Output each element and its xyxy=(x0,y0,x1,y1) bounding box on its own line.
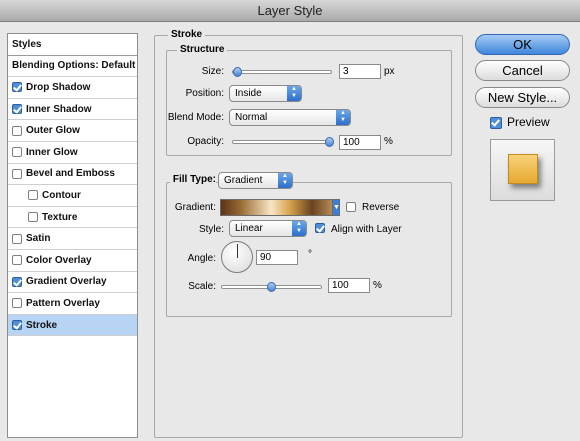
style-item-inner-glow[interactable]: Inner Glow xyxy=(8,142,137,164)
size-slider[interactable] xyxy=(232,70,332,74)
opacity-label: Opacity: xyxy=(187,136,224,147)
opacity-input[interactable]: 100 xyxy=(339,135,381,150)
ok-button[interactable]: OK xyxy=(475,34,570,55)
style-item-gradient-overlay[interactable]: Gradient Overlay xyxy=(8,272,137,294)
preview-checkbox[interactable] xyxy=(490,117,502,129)
position-select-value: Inside xyxy=(235,88,262,99)
reverse-label: Reverse xyxy=(362,202,400,213)
style-preview xyxy=(490,139,555,201)
cancel-button[interactable]: Cancel xyxy=(475,60,570,81)
opacity-slider[interactable] xyxy=(232,140,334,144)
style-item-label: Inner Shadow xyxy=(26,103,92,115)
reverse-checkbox[interactable] xyxy=(346,202,356,212)
angle-label: Angle: xyxy=(187,253,216,264)
style-item-drop-shadow[interactable]: Drop Shadow xyxy=(8,77,137,99)
style-item-texture[interactable]: Texture xyxy=(8,207,137,229)
select-arrows-icon: ▲ ▼ xyxy=(287,86,301,101)
style-item-checkbox[interactable] xyxy=(12,276,22,287)
style-item-label: Gradient Overlay xyxy=(26,276,107,288)
style-item-label: Stroke xyxy=(26,319,58,331)
select-arrows-icon: ▲ ▼ xyxy=(278,173,292,188)
style-item-checkbox[interactable] xyxy=(12,168,22,179)
style-label: Style: xyxy=(198,224,224,235)
style-item-checkbox[interactable] xyxy=(12,147,22,158)
position-label: Position: xyxy=(185,88,224,99)
fill-type-label: Fill Type: xyxy=(170,174,216,185)
style-item-label: Outer Glow xyxy=(26,125,80,137)
styles-list: Styles Blending Options: Default Drop Sha… xyxy=(7,33,138,438)
angle-input[interactable]: 90 xyxy=(256,250,298,265)
size-unit: px xyxy=(384,66,395,77)
style-item-label: Satin xyxy=(26,233,51,245)
position-select[interactable]: Inside ▲ ▼ xyxy=(229,85,302,102)
style-item-checkbox[interactable] xyxy=(28,212,38,223)
stroke-section-title: Stroke xyxy=(168,29,206,40)
blend-mode-select[interactable]: Normal ▲ ▼ xyxy=(229,109,351,126)
size-label: Size: xyxy=(201,66,224,77)
scale-input[interactable]: 100 xyxy=(328,278,370,293)
style-item-inner-shadow[interactable]: Inner Shadow xyxy=(8,99,137,121)
select-arrows-icon: ▲ ▼ xyxy=(292,221,306,236)
angle-dial[interactable] xyxy=(221,241,253,273)
style-item-checkbox[interactable] xyxy=(28,190,38,201)
style-item-bevel-and-emboss[interactable]: Bevel and Emboss xyxy=(8,164,137,186)
style-item-checkbox[interactable] xyxy=(12,298,22,309)
style-item-satin[interactable]: Satin xyxy=(8,228,137,250)
preview-label: Preview xyxy=(507,115,550,129)
window-titlebar: Layer Style xyxy=(0,0,580,22)
style-item-contour[interactable]: Contour xyxy=(8,185,137,207)
style-select-value: Linear xyxy=(235,223,263,234)
style-item-label: Blending Options: Default xyxy=(12,60,136,72)
new-style-button[interactable]: New Style... xyxy=(475,87,570,108)
structure-title: Structure xyxy=(177,44,228,55)
style-item-color-overlay[interactable]: Color Overlay xyxy=(8,250,137,272)
blend-mode-label: Blend Mode: xyxy=(167,112,224,123)
opacity-unit: % xyxy=(384,136,393,147)
fill-type-select[interactable]: Gradient ▲ ▼ xyxy=(218,172,293,189)
opacity-slider-knob[interactable] xyxy=(325,137,334,147)
style-item-checkbox[interactable] xyxy=(12,320,22,331)
size-input[interactable]: 3 xyxy=(339,64,381,79)
style-item-label: Drop Shadow xyxy=(26,81,91,93)
gradient-label: Gradient: xyxy=(174,202,216,213)
styles-list-header[interactable]: Styles xyxy=(8,34,137,56)
style-item-label: Bevel and Emboss xyxy=(26,168,115,180)
style-item-label: Inner Glow xyxy=(26,146,78,158)
angle-unit: ° xyxy=(308,249,312,260)
styles-header-label: Styles xyxy=(12,38,42,50)
layer-style-dialog: Styles Blending Options: Default Drop Sha… xyxy=(0,22,580,441)
style-item-blending-options-default[interactable]: Blending Options: Default xyxy=(8,56,137,78)
style-item-checkbox[interactable] xyxy=(12,82,22,93)
scale-slider-knob[interactable] xyxy=(267,282,276,292)
style-item-outer-glow[interactable]: Outer Glow xyxy=(8,120,137,142)
style-item-label: Pattern Overlay xyxy=(26,297,100,309)
align-with-layer-checkbox[interactable] xyxy=(315,223,325,233)
size-slider-knob[interactable] xyxy=(232,67,242,77)
style-item-label: Texture xyxy=(42,211,78,223)
style-select[interactable]: Linear ▲ ▼ xyxy=(229,220,307,237)
scale-label: Scale: xyxy=(188,281,216,292)
select-arrows-icon: ▲ ▼ xyxy=(336,110,350,125)
align-with-layer-label: Align with Layer xyxy=(331,224,402,235)
style-item-pattern-overlay[interactable]: Pattern Overlay xyxy=(8,293,137,315)
fill-type-select-value: Gradient xyxy=(224,175,263,186)
style-item-checkbox[interactable] xyxy=(12,233,22,244)
blend-mode-select-value: Normal xyxy=(235,112,268,123)
style-item-label: Color Overlay xyxy=(26,254,92,266)
scale-unit: % xyxy=(373,280,382,291)
style-item-checkbox[interactable] xyxy=(12,125,22,136)
gradient-dropdown-icon[interactable]: ▼ xyxy=(332,199,340,216)
style-item-stroke[interactable]: Stroke xyxy=(8,314,137,337)
style-item-checkbox[interactable] xyxy=(12,255,22,266)
preview-swatch xyxy=(508,154,538,184)
window-title: Layer Style xyxy=(257,3,323,18)
style-item-label: Contour xyxy=(42,189,81,201)
style-item-checkbox[interactable] xyxy=(12,104,22,115)
gradient-picker[interactable] xyxy=(220,199,333,216)
